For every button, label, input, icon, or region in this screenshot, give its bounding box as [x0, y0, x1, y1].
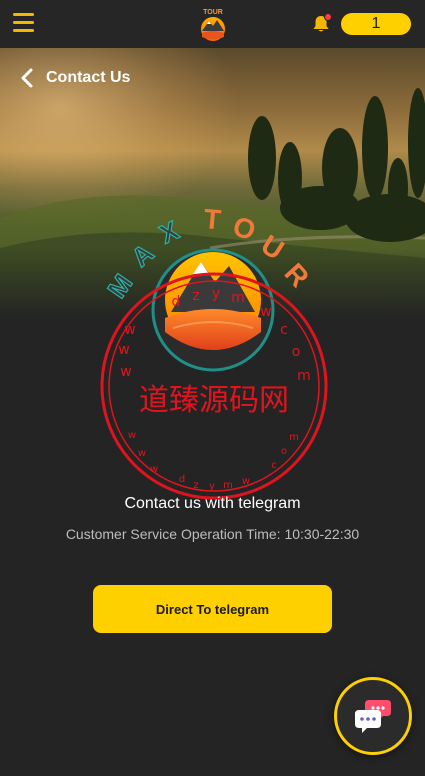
- svg-text:c: c: [271, 460, 277, 471]
- back-button[interactable]: Contact Us: [20, 66, 130, 90]
- chat-support-button[interactable]: [334, 677, 412, 755]
- chevron-left-icon: [21, 68, 33, 88]
- svg-text:z: z: [193, 480, 198, 491]
- svg-text:TOUR: TOUR: [203, 9, 223, 16]
- svg-text:X: X: [155, 215, 184, 250]
- top-bar: TOUR 1: [0, 0, 425, 48]
- svg-text:w: w: [242, 476, 250, 487]
- svg-text:d: d: [179, 474, 185, 485]
- page-title: Contact Us: [46, 69, 131, 86]
- svg-text:T: T: [202, 203, 222, 235]
- contact-heading: Contact us with telegram: [124, 495, 301, 512]
- maxtour-logo-small[interactable]: TOUR: [195, 5, 231, 43]
- balance-pill[interactable]: 1: [341, 13, 411, 35]
- notification-badge: [324, 13, 332, 21]
- balance-value: 1: [371, 15, 381, 32]
- svg-text:o: o: [281, 446, 287, 457]
- service-operation-time: Customer Service Operation Time: 10:30-2…: [65, 526, 360, 542]
- svg-text:O: O: [229, 210, 259, 246]
- maxtour-logo: M A X T O U R: [103, 203, 316, 372]
- svg-text:w: w: [128, 430, 136, 441]
- svg-text:A: A: [126, 237, 160, 272]
- svg-text:w: w: [150, 464, 158, 475]
- svg-text:M: M: [103, 268, 138, 303]
- svg-text:U: U: [256, 229, 290, 266]
- chat-bubbles-icon: [355, 700, 391, 733]
- svg-text:y: y: [209, 481, 215, 492]
- svg-text:m: m: [223, 480, 233, 491]
- svg-text:m: m: [289, 432, 299, 443]
- hamburger-menu-icon[interactable]: [13, 13, 34, 33]
- svg-text:w: w: [138, 448, 146, 459]
- direct-to-telegram-button[interactable]: Direct To telegram: [93, 585, 332, 633]
- svg-text:R: R: [279, 257, 316, 293]
